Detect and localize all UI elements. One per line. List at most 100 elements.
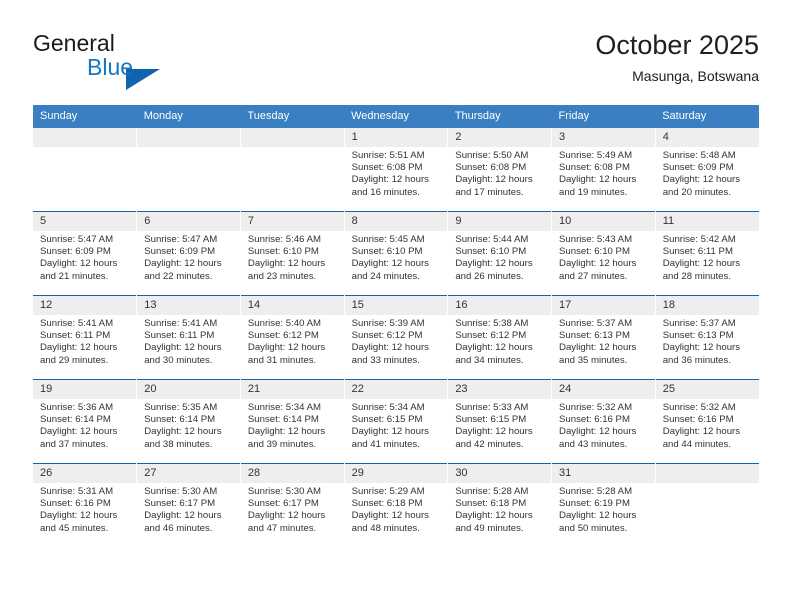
daylight-text-line1: Daylight: 12 hours — [455, 510, 533, 522]
daylight-text-line1: Daylight: 12 hours — [351, 258, 429, 270]
calendar-day-cell[interactable]: 7 Sunrise: 5:46 AM Sunset: 6:10 PM Daylight… — [240, 211, 345, 296]
day-sun-info: Sunrise: 5:48 AM Sunset: 6:09 PM Daylight:… — [656, 147, 759, 199]
daylight-text-line2: and 34 minutes. — [455, 354, 524, 366]
sunset-text: Sunset: 6:12 PM — [351, 330, 423, 342]
day-number: 28 — [240, 464, 344, 483]
daylight-text-line1: Daylight: 12 hours — [455, 258, 533, 270]
calendar-day-cell[interactable]: 25 Sunrise: 5:32 AM Sunset: 6:16 PM Dayligh… — [655, 379, 759, 464]
calendar-day-cell[interactable]: 29 Sunrise: 5:29 AM Sunset: 6:18 PM Dayligh… — [344, 463, 449, 547]
sunrise-text: Sunrise: 5:45 AM — [351, 234, 425, 245]
sunrise-text: Sunrise: 5:33 AM — [455, 402, 529, 413]
day-number — [655, 464, 759, 483]
calendar-day-cell[interactable]: 11 Sunrise: 5:42 AM Sunset: 6:11 PM Dayligh… — [655, 211, 759, 296]
calendar-day-cell[interactable]: 1 Sunrise: 5:51 AM Sunset: 6:08 PM Daylight… — [344, 128, 449, 212]
day-sun-info: Sunrise: 5:28 AM Sunset: 6:19 PM Daylight:… — [552, 483, 655, 535]
day-cell-inner: 22 Sunrise: 5:34 AM Sunset: 6:15 PM Dayligh… — [344, 380, 448, 463]
sunset-text: Sunset: 6:14 PM — [40, 414, 111, 426]
calendar-day-cell[interactable]: 21 Sunrise: 5:34 AM Sunset: 6:14 PM Dayligh… — [240, 379, 345, 464]
calendar-day-cell[interactable]: 19 Sunrise: 5:36 AM Sunset: 6:14 PM Dayligh… — [33, 379, 138, 464]
day-cell-inner: 15 Sunrise: 5:39 AM Sunset: 6:12 PM Dayligh… — [344, 296, 448, 379]
daylight-text-line2: and 16 minutes. — [351, 186, 420, 198]
daylight-text-line2: and 36 minutes. — [662, 354, 731, 366]
calendar-day-cell[interactable]: 2 Sunrise: 5:50 AM Sunset: 6:08 PM Daylight… — [447, 128, 553, 212]
day-number: 23 — [448, 380, 552, 399]
daylight-text-line2: and 26 minutes. — [455, 270, 524, 282]
day-cell-inner: 28 Sunrise: 5:30 AM Sunset: 6:17 PM Dayligh… — [240, 464, 344, 547]
calendar-day-cell[interactable]: 24 Sunrise: 5:32 AM Sunset: 6:16 PM Dayligh… — [551, 379, 656, 464]
calendar-day-cell[interactable]: 4 Sunrise: 5:48 AM Sunset: 6:09 PM Daylight… — [655, 128, 759, 212]
calendar-day-cell[interactable]: 17 Sunrise: 5:37 AM Sunset: 6:13 PM Dayligh… — [551, 295, 656, 380]
calendar-day-cell[interactable]: 12 Sunrise: 5:41 AM Sunset: 6:11 PM Dayligh… — [33, 295, 138, 380]
calendar-day-cell[interactable]: 13 Sunrise: 5:41 AM Sunset: 6:11 PM Dayligh… — [136, 295, 241, 380]
calendar-day-cell[interactable]: 6 Sunrise: 5:47 AM Sunset: 6:09 PM Daylight… — [136, 211, 241, 296]
calendar-week-row: 5 Sunrise: 5:47 AM Sunset: 6:09 PM Daylight… — [33, 211, 759, 296]
sunrise-text: Sunrise: 5:50 AM — [455, 150, 529, 161]
calendar-day-cell[interactable]: 16 Sunrise: 5:38 AM Sunset: 6:12 PM Dayligh… — [447, 295, 553, 380]
calendar-empty-cell — [240, 128, 345, 212]
calendar-day-cell[interactable]: 23 Sunrise: 5:33 AM Sunset: 6:15 PM Dayligh… — [447, 379, 553, 464]
calendar-day-cell[interactable]: 15 Sunrise: 5:39 AM Sunset: 6:12 PM Dayligh… — [344, 295, 449, 380]
day-number: 29 — [344, 464, 448, 483]
sunset-text: Sunset: 6:11 PM — [40, 330, 111, 342]
day-number: 20 — [137, 380, 240, 399]
sunset-text: Sunset: 6:13 PM — [662, 330, 734, 342]
daylight-text-line2: and 41 minutes. — [351, 438, 420, 450]
day-sun-info: Sunrise: 5:38 AM Sunset: 6:12 PM Daylight:… — [448, 315, 551, 367]
sunset-text: Sunset: 6:09 PM — [40, 246, 111, 258]
sunset-text: Sunset: 6:17 PM — [247, 498, 319, 510]
day-number: 15 — [344, 296, 448, 315]
weekday-header-thursday: Thursday — [447, 105, 552, 128]
calendar-day-cell[interactable]: 5 Sunrise: 5:47 AM Sunset: 6:09 PM Daylight… — [33, 211, 138, 296]
sunrise-text: Sunrise: 5:31 AM — [40, 486, 114, 497]
title-block: October 2025 Masunga, Botswana — [595, 28, 759, 86]
calendar-empty-cell — [136, 128, 241, 212]
calendar-day-cell[interactable]: 14 Sunrise: 5:40 AM Sunset: 6:12 PM Dayligh… — [240, 295, 345, 380]
day-cell-inner: 4 Sunrise: 5:48 AM Sunset: 6:09 PM Daylight… — [655, 128, 759, 211]
weekday-header-sunday: Sunday — [33, 105, 137, 128]
weekday-header-row: Sunday Monday Tuesday Wednesday Thursday… — [33, 105, 759, 128]
daylight-text-line1: Daylight: 12 hours — [40, 342, 118, 354]
sunrise-text: Sunrise: 5:30 AM — [144, 486, 218, 497]
day-number: 18 — [655, 296, 759, 315]
day-cell-inner: 26 Sunrise: 5:31 AM Sunset: 6:16 PM Dayligh… — [33, 464, 137, 547]
daylight-text-line2: and 19 minutes. — [559, 186, 628, 198]
day-sun-info: Sunrise: 5:40 AM Sunset: 6:12 PM Daylight:… — [241, 315, 344, 367]
calendar-day-cell[interactable]: 27 Sunrise: 5:30 AM Sunset: 6:17 PM Dayligh… — [136, 463, 241, 547]
day-cell-inner: 8 Sunrise: 5:45 AM Sunset: 6:10 PM Daylight… — [344, 212, 448, 295]
daylight-text-line2: and 35 minutes. — [559, 354, 628, 366]
calendar-day-cell[interactable]: 10 Sunrise: 5:43 AM Sunset: 6:10 PM Dayligh… — [551, 211, 656, 296]
sunset-text: Sunset: 6:08 PM — [351, 162, 423, 174]
day-sun-info: Sunrise: 5:44 AM Sunset: 6:10 PM Daylight:… — [448, 231, 551, 283]
sunset-text: Sunset: 6:18 PM — [351, 498, 423, 510]
sunrise-text: Sunrise: 5:32 AM — [662, 402, 736, 413]
calendar-day-cell[interactable]: 26 Sunrise: 5:31 AM Sunset: 6:16 PM Dayligh… — [33, 463, 138, 547]
calendar-day-cell[interactable]: 20 Sunrise: 5:35 AM Sunset: 6:14 PM Dayligh… — [136, 379, 241, 464]
sunrise-text: Sunrise: 5:35 AM — [144, 402, 218, 413]
daylight-text-line2: and 29 minutes. — [40, 354, 109, 366]
calendar-day-cell[interactable]: 8 Sunrise: 5:45 AM Sunset: 6:10 PM Daylight… — [344, 211, 449, 296]
calendar-empty-cell — [33, 128, 138, 212]
sunrise-text: Sunrise: 5:34 AM — [351, 402, 425, 413]
daylight-text-line1: Daylight: 12 hours — [559, 258, 637, 270]
daylight-text-line2: and 30 minutes. — [144, 354, 213, 366]
calendar-day-cell[interactable]: 30 Sunrise: 5:28 AM Sunset: 6:18 PM Dayligh… — [447, 463, 553, 547]
day-sun-info: Sunrise: 5:43 AM Sunset: 6:10 PM Daylight:… — [552, 231, 655, 283]
day-cell-inner — [240, 128, 344, 211]
day-cell-inner: 2 Sunrise: 5:50 AM Sunset: 6:08 PM Daylight… — [448, 128, 552, 211]
daylight-text-line1: Daylight: 12 hours — [455, 342, 533, 354]
day-number: 27 — [137, 464, 240, 483]
day-cell-inner: 23 Sunrise: 5:33 AM Sunset: 6:15 PM Dayligh… — [448, 380, 552, 463]
calendar-day-cell[interactable]: 18 Sunrise: 5:37 AM Sunset: 6:13 PM Dayligh… — [655, 295, 759, 380]
calendar-day-cell[interactable]: 31 Sunrise: 5:28 AM Sunset: 6:19 PM Dayligh… — [551, 463, 656, 547]
day-number: 11 — [655, 212, 759, 231]
general-blue-logo[interactable]: General Blue — [33, 30, 263, 92]
sunrise-text: Sunrise: 5:40 AM — [247, 318, 321, 329]
sunrise-text: Sunrise: 5:42 AM — [662, 234, 736, 245]
daylight-text-line2: and 43 minutes. — [559, 438, 628, 450]
day-number: 1 — [344, 128, 448, 147]
calendar-day-cell[interactable]: 9 Sunrise: 5:44 AM Sunset: 6:10 PM Daylight… — [447, 211, 553, 296]
calendar-day-cell[interactable]: 22 Sunrise: 5:34 AM Sunset: 6:15 PM Dayligh… — [344, 379, 449, 464]
calendar-day-cell[interactable]: 3 Sunrise: 5:49 AM Sunset: 6:08 PM Daylight… — [551, 128, 656, 212]
day-number: 22 — [344, 380, 448, 399]
calendar-day-cell[interactable]: 28 Sunrise: 5:30 AM Sunset: 6:17 PM Dayligh… — [240, 463, 345, 547]
